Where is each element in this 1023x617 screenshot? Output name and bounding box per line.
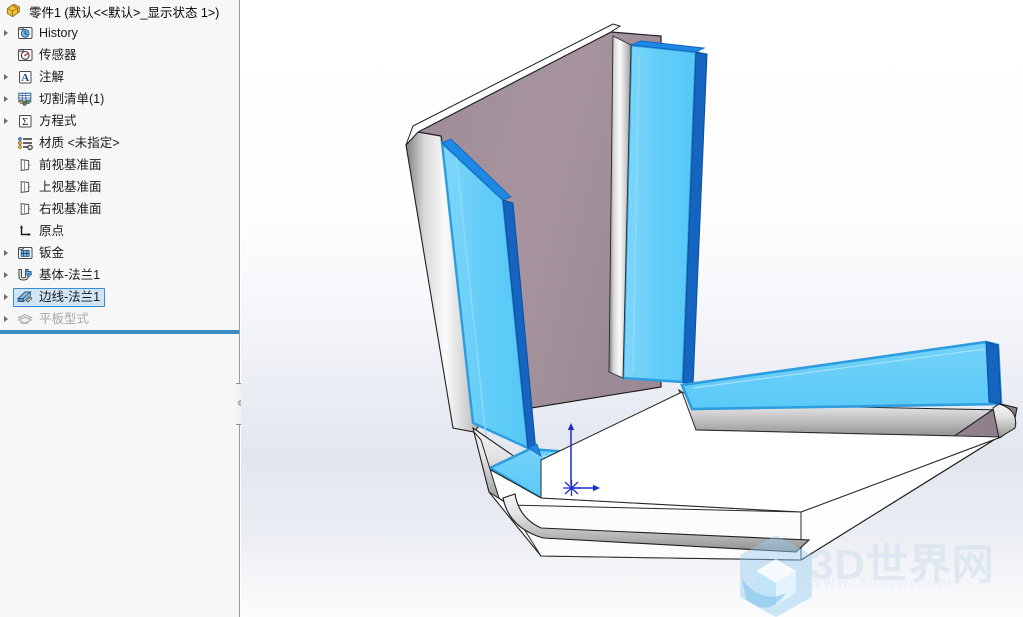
part-icon (4, 1, 24, 21)
svg-text:Σ: Σ (22, 117, 28, 128)
expand-arrow-placeholder (0, 198, 14, 220)
tree-item-label: 上视基准面 (39, 180, 102, 194)
plane-icon (15, 199, 35, 219)
tree-item-label: 右视基准面 (39, 202, 102, 216)
sensor-icon (15, 45, 35, 65)
tree-item-sheetmetal[interactable]: 钣金 (0, 242, 239, 264)
tree-item-label: 传感器 (39, 48, 77, 62)
tree-item-base-flange[interactable]: 基体-法兰1 (0, 264, 239, 286)
equations-icon: Σ (15, 111, 35, 131)
expand-arrow-icon[interactable] (0, 22, 14, 44)
tree-item-top-plane[interactable]: 上视基准面 (0, 176, 239, 198)
tree-item-annotations[interactable]: A 注解 (0, 66, 239, 88)
origin-icon (15, 221, 35, 241)
tree-item-equations[interactable]: Σ 方程式 (0, 110, 239, 132)
expand-arrow-icon[interactable] (0, 88, 14, 110)
tree-item-label: 方程式 (39, 114, 77, 128)
expand-arrow-icon[interactable] (0, 110, 14, 132)
tree-item-label: 前视基准面 (39, 158, 102, 172)
tree-item-label: 材质 <未指定> (39, 136, 120, 150)
expand-arrow-placeholder (0, 44, 14, 66)
tree-item-label: 注解 (39, 70, 65, 84)
cutlist-icon (15, 89, 35, 109)
history-icon (15, 23, 35, 43)
expand-arrow-placeholder (0, 132, 14, 154)
plane-icon (15, 155, 35, 175)
tree-item-origin[interactable]: 原点 (0, 220, 239, 242)
solidworks-window: 零件1 (默认<<默认>_显示状态 1>) History 传感器 A 注解 切… (0, 0, 1023, 617)
expand-arrow-placeholder (0, 176, 14, 198)
right-horizontal-end-cap (985, 341, 1002, 405)
expand-arrow-icon[interactable] (0, 286, 14, 308)
tree-item-sensors[interactable]: 传感器 (0, 44, 239, 66)
expand-arrow-placeholder (0, 220, 14, 242)
part-title: 零件1 (默认<<默认>_显示状态 1>) (29, 5, 220, 20)
plane-icon (15, 177, 35, 197)
tree-item-front-plane[interactable]: 前视基准面 (0, 154, 239, 176)
tree-item-right-plane[interactable]: 右视基准面 (0, 198, 239, 220)
expand-arrow-icon[interactable] (0, 242, 14, 264)
tree-item-label: 原点 (39, 224, 65, 238)
flatpattern-icon (15, 309, 35, 329)
tree-item-label: 基体-法兰1 (39, 268, 101, 282)
tree-items: History 传感器 A 注解 切割清单(1) Σ 方程式 材质 <未指定> … (0, 22, 239, 330)
expand-arrow-icon[interactable] (0, 308, 14, 330)
tree-item-history[interactable]: History (0, 22, 239, 44)
feature-manager-tree[interactable]: 零件1 (默认<<默认>_显示状态 1>) History 传感器 A 注解 切… (0, 0, 240, 617)
expand-arrow-placeholder (0, 154, 14, 176)
tree-item-edge-flange[interactable]: 边线-法兰1 (0, 286, 239, 308)
svg-text:A: A (21, 72, 29, 84)
tree-item-cutlist[interactable]: 切割清单(1) (0, 88, 239, 110)
tree-item-material[interactable]: 材质 <未指定> (0, 132, 239, 154)
edge-flange-icon (15, 287, 35, 307)
tree-item-label: 平板型式 (39, 312, 90, 326)
sheet-metal-model[interactable] (241, 0, 1023, 617)
expand-arrow-icon[interactable] (0, 66, 14, 88)
tree-root-item[interactable]: 零件1 (默认<<默认>_显示状态 1>) (0, 0, 239, 22)
tree-item-label: History (39, 26, 78, 40)
tree-item-label: 钣金 (39, 246, 65, 260)
tree-item-label: 切割清单(1) (39, 92, 105, 106)
tree-item-label: 边线-法兰1 (39, 290, 101, 304)
sheetmetal-icon (15, 243, 35, 263)
tree-item-flat-pattern[interactable]: 平板型式 (0, 308, 239, 330)
expand-arrow-icon[interactable] (0, 264, 14, 286)
base-flange-icon (15, 265, 35, 285)
material-icon (15, 133, 35, 153)
annotations-icon: A (15, 67, 35, 87)
right-horizontal-flange-face[interactable] (680, 340, 1003, 411)
rollback-bar[interactable] (0, 330, 239, 334)
graphics-viewport[interactable]: 3D世界网 www.3dsjw.com (241, 0, 1023, 617)
